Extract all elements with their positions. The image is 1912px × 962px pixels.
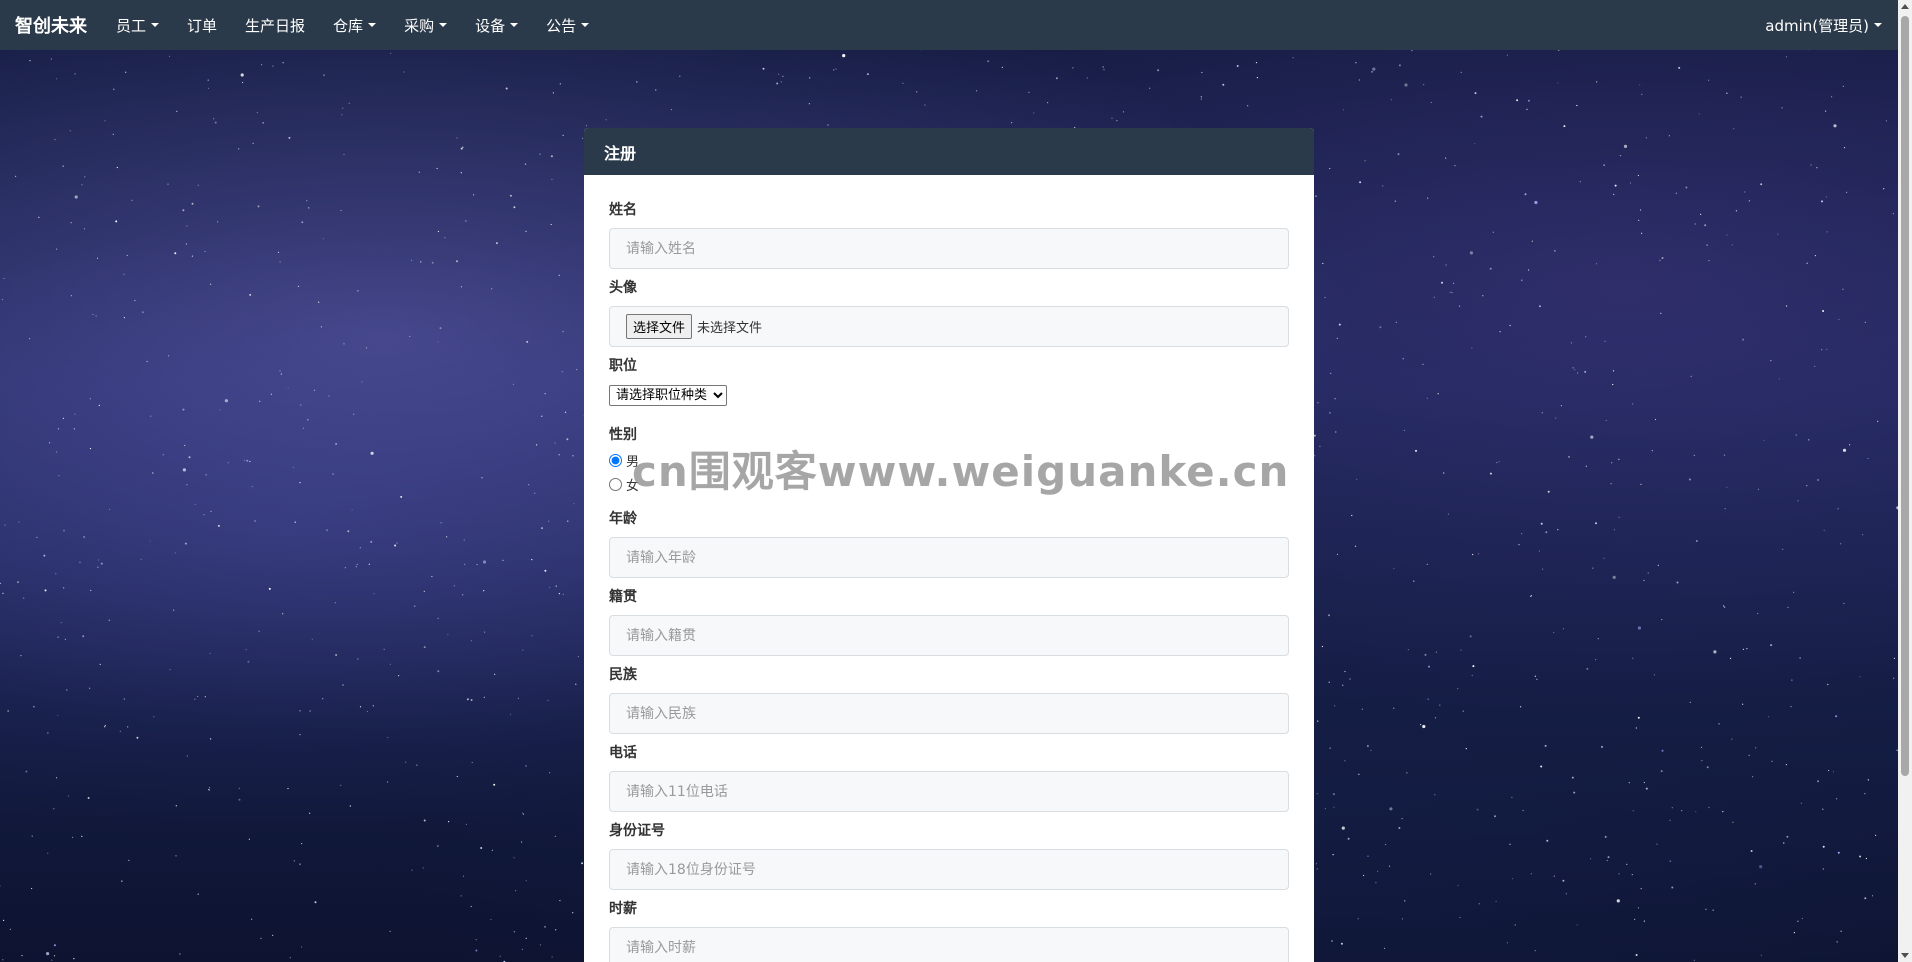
- nav-item-label: 员工: [116, 16, 147, 35]
- phone-label: 电话: [609, 745, 637, 761]
- scroll-down-icon[interactable]: [1901, 953, 1909, 958]
- hometown-input[interactable]: [609, 615, 1289, 656]
- nav-item-announcement[interactable]: 公告: [532, 0, 603, 50]
- hourly-wage-label: 时薪: [609, 901, 637, 917]
- name-group: 姓名: [609, 199, 1289, 269]
- nav-item-equipment[interactable]: 设备: [461, 0, 532, 50]
- phone-group: 电话: [609, 742, 1289, 812]
- nav-item-label: 设备: [475, 16, 506, 35]
- scroll-up-icon[interactable]: [1901, 4, 1909, 9]
- avatar-label: 头像: [609, 280, 637, 296]
- name-label: 姓名: [609, 202, 637, 218]
- user-menu-label: admin(管理员): [1765, 16, 1869, 35]
- nav-item-label: 仓库: [333, 16, 364, 35]
- caret-down-icon: [1874, 23, 1882, 27]
- file-status-text: 未选择文件: [697, 321, 763, 336]
- caret-down-icon: [151, 23, 160, 27]
- scroll-thumb[interactable]: [1901, 16, 1909, 776]
- top-navbar: 智创未来 员工 订单 生产日报 仓库 采购 设备 公告 admin(管理员): [0, 0, 1898, 50]
- phone-input[interactable]: [609, 771, 1289, 812]
- ethnicity-group: 民族: [609, 664, 1289, 734]
- id-number-label: 身份证号: [609, 823, 665, 839]
- nav-item-warehouse[interactable]: 仓库: [319, 0, 390, 50]
- nav-item-label: 订单: [187, 16, 218, 35]
- nav-item-label: 采购: [404, 16, 435, 35]
- nav-item-daily-report[interactable]: 生产日报: [231, 0, 319, 50]
- gender-radio-female[interactable]: [609, 477, 622, 491]
- hourly-wage-group: 时薪: [609, 898, 1289, 962]
- panel-title: 注册: [584, 128, 1314, 175]
- gender-radio-male[interactable]: [609, 453, 622, 467]
- ethnicity-input[interactable]: [609, 693, 1289, 734]
- nav-item-label: 公告: [546, 16, 577, 35]
- nav-menu: 员工 订单 生产日报 仓库 采购 设备 公告: [102, 0, 603, 50]
- caret-down-icon: [510, 23, 519, 27]
- watermark-text: cn围观客www.weiguanke.cn: [632, 447, 1290, 496]
- avatar-file-input: 选择文件 未选择文件: [609, 306, 1289, 347]
- name-input[interactable]: [609, 228, 1289, 269]
- register-form: 姓名 头像 选择文件 未选择文件 职位 请选择职位种类 性别 男 女: [584, 175, 1314, 962]
- choose-file-button[interactable]: 选择文件: [626, 314, 693, 339]
- nav-item-employee[interactable]: 员工: [102, 0, 173, 50]
- position-select[interactable]: 请选择职位种类: [609, 385, 727, 406]
- hourly-wage-input[interactable]: [609, 927, 1289, 962]
- avatar-group: 头像 选择文件 未选择文件: [609, 277, 1289, 347]
- age-input[interactable]: [609, 537, 1289, 578]
- position-group: 职位 请选择职位种类: [609, 355, 1289, 416]
- nav-item-orders[interactable]: 订单: [173, 0, 231, 50]
- position-label: 职位: [609, 358, 637, 374]
- nav-item-label: 生产日报: [245, 16, 306, 35]
- caret-down-icon: [581, 23, 590, 27]
- register-panel: 注册 姓名 头像 选择文件 未选择文件 职位 请选择职位种类 性别 男: [584, 128, 1314, 962]
- age-group: 年龄: [609, 508, 1289, 578]
- caret-down-icon: [368, 23, 377, 27]
- user-menu[interactable]: admin(管理员): [1749, 0, 1898, 50]
- id-number-group: 身份证号: [609, 820, 1289, 890]
- caret-down-icon: [439, 23, 448, 27]
- hometown-group: 籍贯: [609, 586, 1289, 656]
- age-label: 年龄: [609, 511, 637, 527]
- id-number-input[interactable]: [609, 849, 1289, 890]
- brand-logo[interactable]: 智创未来: [0, 12, 102, 38]
- nav-item-purchase[interactable]: 采购: [390, 0, 461, 50]
- hometown-label: 籍贯: [609, 589, 637, 605]
- page-scrollbar[interactable]: [1898, 0, 1912, 962]
- ethnicity-label: 民族: [609, 667, 637, 683]
